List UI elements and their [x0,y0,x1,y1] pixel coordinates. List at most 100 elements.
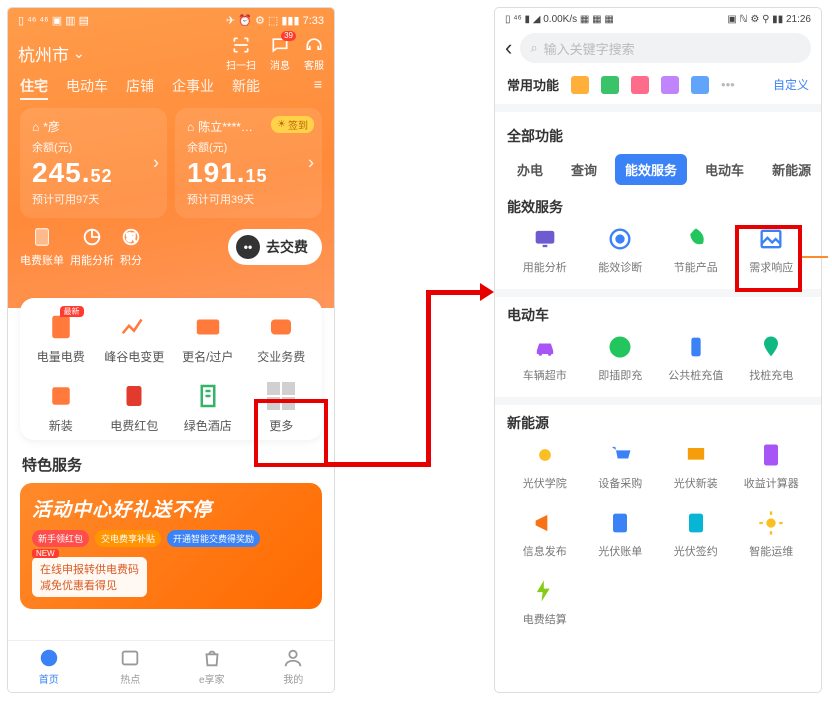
help-button[interactable]: 客服 [304,35,324,72]
chevron-right-icon: › [153,153,159,174]
bill-icon [606,509,634,537]
fn-car-market[interactable]: 车辆超市 [507,333,583,383]
fn-usage-fee[interactable]: 最新电量电费 [24,312,98,365]
home-icon: ⌂ [187,120,194,134]
headset-icon [304,35,324,55]
dots-icon: ••• [721,77,735,92]
fn-redpacket[interactable]: 电费红包 [98,381,172,434]
tab-hot-nav[interactable]: 热点 [90,641,172,692]
balance-amount: 191.15 [187,157,310,189]
account-card-2[interactable]: ☀签到 ⌂陈立****… 余额(元) 191.15 预计可用39天 › [175,108,322,218]
fn-bizfee[interactable]: 交业务费 [245,312,319,365]
customize-button[interactable]: 自定义 [773,76,809,93]
fn-roi-calc[interactable]: 收益计算器 [734,441,810,491]
mini-icon[interactable] [661,76,679,94]
estimate: 预计可用97天 [32,191,155,207]
messages-button[interactable]: 39 消息 [270,35,290,72]
fn-pv-academy[interactable]: 光伏学院 [507,441,583,491]
search-input[interactable]: ⌕输入关键字搜索 [520,33,811,63]
promo-banner[interactable]: 活动中心好礼送不停 新手领红包 交电费享补贴 开通智能交费得奖励 NEW 在线申… [20,483,322,609]
pay-button[interactable]: ••去交费 [228,229,322,265]
fn-smart-ops[interactable]: 智能运维 [734,509,810,559]
fn-diagnosis[interactable]: 能效诊断 [583,225,659,275]
fn-find-charger[interactable]: 找桩充电 [734,333,810,383]
ct-apply[interactable]: 办电 [507,154,553,185]
callout-line [802,256,828,258]
fn-usage-analysis[interactable]: 用能分析 [507,225,583,275]
ct-ev[interactable]: 电动车 [695,154,754,185]
points-button[interactable]: 积积分 [120,226,142,268]
ct-newenergy[interactable]: 新能源 [762,154,821,185]
tabs-menu-icon[interactable]: ≡ [314,76,322,100]
mini-icon[interactable] [571,76,589,94]
fn-plug-charge[interactable]: 即插即充 [583,333,659,383]
estimate: 预计可用39天 [187,191,310,207]
ct-query[interactable]: 查询 [561,154,607,185]
city-picker[interactable]: 杭州市 [18,41,85,66]
fn-green-hotel[interactable]: 绿色酒店 [171,381,245,434]
monitor-icon [531,225,559,253]
fn-pv-contract[interactable]: 光伏签约 [658,509,734,559]
status-right: ▣ ℕ ⚙ ⚲ ▮▮ 21:26 [727,14,811,25]
panel-icon [682,441,710,469]
sec-ev-title: 电动车 [507,305,809,325]
tab-ehome-nav[interactable]: e享家 [171,641,253,692]
balance-label: 余额(元) [32,139,155,155]
bill-button[interactable]: 电费账单 [20,226,64,268]
wallet-icon [266,312,296,342]
fn-new-install[interactable]: 新装 [24,381,98,434]
search-icon: ⌕ [530,40,537,56]
tab-newenergy[interactable]: 新能 [232,76,260,100]
fn-news[interactable]: 信息发布 [507,509,583,559]
tab-enterprise[interactable]: 企事业 [172,76,214,100]
arrow-segment [328,462,431,467]
scan-button[interactable]: 扫一扫 [226,35,256,72]
highlight-demand-response [735,225,802,292]
promo-info: NEW 在线申报转供电费码 减免优惠看得见 [32,557,147,597]
fn-saving-products[interactable]: 节能产品 [658,225,734,275]
fn-pv-bill[interactable]: 光伏账单 [583,509,659,559]
fn-pv-install[interactable]: 光伏新装 [658,441,734,491]
fn-rename[interactable]: 更名/过户 [171,312,245,365]
fn-peak-valley[interactable]: 峰谷电变更 [98,312,172,365]
scan-icon [231,35,251,55]
status-right: ✈ ⏰ ⚙ ⬚ ▮▮▮ 7:33 [226,14,324,27]
common-label: 常用功能 [507,75,559,94]
fn-public-recharge[interactable]: 公共桩充值 [658,333,734,383]
status-bar: ▯ ⁴⁶ ▮ ◢ 0.00K/s ▦ ▦ ▦ ▣ ℕ ⚙ ⚲ ▮▮ 21:26 [495,8,821,25]
latest-badge: 最新 [60,306,84,317]
scan-label: 扫一扫 [226,57,256,72]
analysis-button[interactable]: 用能分析 [70,226,114,268]
chart-icon [119,312,149,342]
fn-equipment[interactable]: 设备采购 [583,441,659,491]
sec-efficiency-title: 能效服务 [507,197,809,217]
tab-home[interactable]: 住宅 [20,76,48,100]
all-functions-screen: ▯ ⁴⁶ ▮ ◢ 0.00K/s ▦ ▦ ▦ ▣ ℕ ⚙ ⚲ ▮▮ 21:26 … [495,8,821,692]
news-icon [119,647,141,669]
tab-ev[interactable]: 电动车 [66,76,108,100]
user-icon [282,647,304,669]
balance-amount: 245.52 [32,157,155,189]
contract-icon [682,509,710,537]
account-card-1[interactable]: ⌂*彦 余额(元) 245.52 预计可用97天 › [20,108,167,218]
card-icon [193,312,223,342]
fn-fee-settle[interactable]: 电费结算 [507,577,583,627]
mini-icon[interactable] [631,76,649,94]
mini-icon[interactable] [601,76,619,94]
tab-shop[interactable]: 店铺 [126,76,154,100]
tab-me-nav[interactable]: 我的 [253,641,335,692]
help-label: 客服 [304,57,324,72]
target-icon [606,225,634,253]
coin-icon: 积 [120,226,142,248]
sun-icon [531,441,559,469]
category-tabs: 办电 查询 能效服务 电动车 新能源 [507,154,809,185]
bag-icon [201,647,223,669]
ct-efficiency[interactable]: 能效服务 [615,154,687,185]
car-icon [531,333,559,361]
status-left: ▯ ⁴⁶ ▮ ◢ 0.00K/s ▦ ▦ ▦ [505,14,614,25]
signin-badge[interactable]: ☀签到 [271,116,314,133]
mini-icon[interactable] [691,76,709,94]
promo-pills: 新手领红包 交电费享补贴 开通智能交费得奖励 [32,530,310,547]
tab-home-nav[interactable]: 首页 [8,641,90,692]
back-button[interactable]: ‹ [505,35,512,61]
